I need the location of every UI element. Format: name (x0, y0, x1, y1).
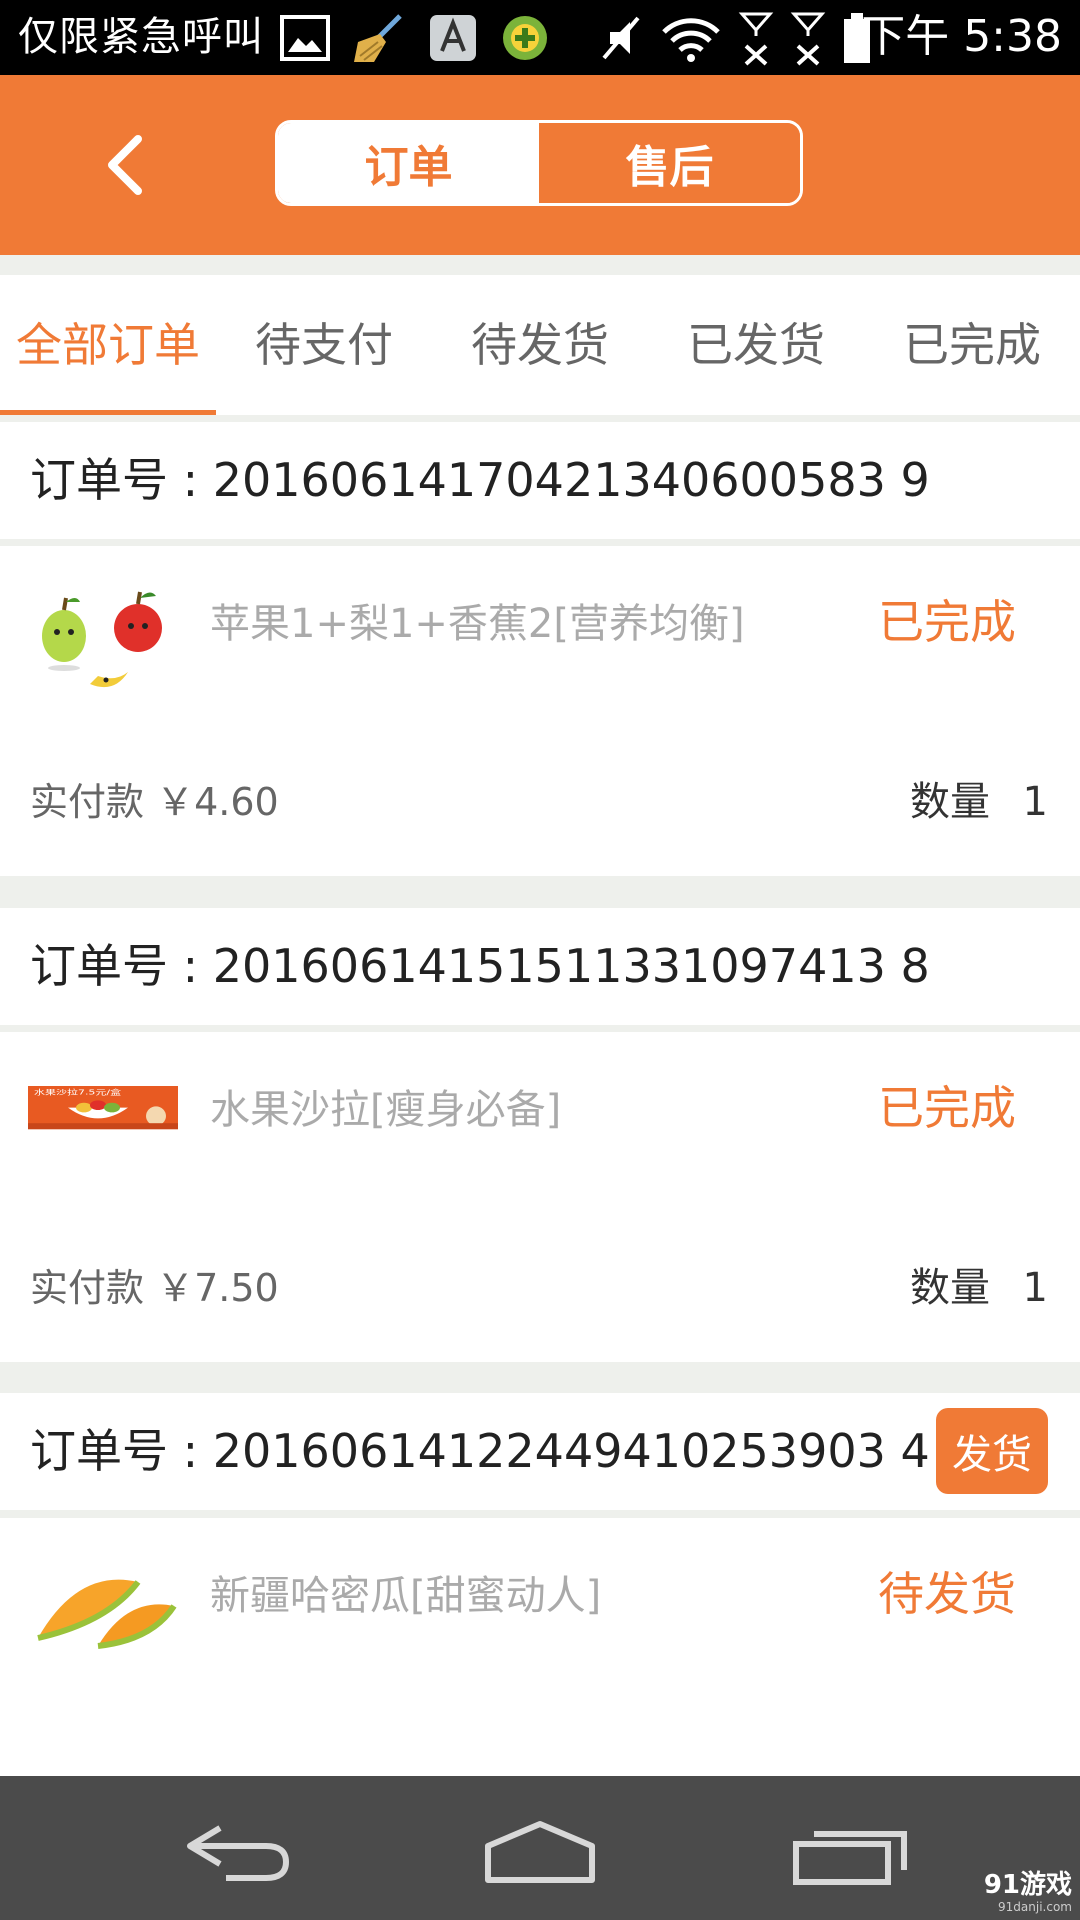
notification-icons (280, 12, 550, 64)
tab-pending-payment[interactable]: 待支付 (216, 275, 432, 415)
order-status: 已完成 (878, 595, 1016, 649)
system-icons (598, 10, 872, 66)
product-name: 水果沙拉[瘦身必备] (210, 1087, 562, 1133)
ship-button[interactable]: 发货 (936, 1408, 1048, 1494)
order-number: 订单号 : 20160614170421340600583 9 (30, 453, 930, 507)
broom-icon (354, 14, 402, 62)
keyboard-a-icon (430, 15, 476, 61)
wifi-icon (662, 18, 720, 62)
fruit-mix-icon (42, 591, 162, 688)
melon-icon (37, 1579, 177, 1649)
clock-text: 下午 5:38 (861, 11, 1062, 62)
paid-amount: 实付款 ￥4.60 (30, 780, 279, 824)
segment-aftersale[interactable]: 售后 (539, 123, 800, 203)
product-name: 新疆哈密瓜[甜蜜动人] (210, 1573, 602, 1619)
order-number: 订单号 : 20160614122449410253903 4 (30, 1424, 930, 1478)
fruit-salad-banner-icon: 水果沙拉7.5元/盒 (28, 1086, 178, 1130)
quantity-label: 数量 (910, 779, 990, 825)
status-bar: 仅限紧急呼叫 下午 5:38 (0, 0, 1080, 75)
watermark-main: 91游戏 (983, 1870, 1072, 1900)
system-nav-bar: 91游戏 91danji.com (0, 1776, 1080, 1920)
order-filter-tabs: 全部订单 待支付 待发货 已发货 已完成 (0, 275, 1080, 415)
signal-sim2-icon (790, 12, 826, 66)
order-number: 订单号 : 20160614151511331097413 8 (30, 939, 930, 993)
order-item[interactable]: 苹果1+梨1+香蕉2[营养均衡] 已完成 实付款 ￥4.60 数量 1 (0, 546, 1080, 876)
carrier-text: 仅限紧急呼叫 (18, 14, 264, 60)
tab-completed[interactable]: 已完成 (864, 275, 1080, 415)
image-icon (280, 15, 330, 61)
tab-all-orders[interactable]: 全部订单 (0, 275, 216, 415)
top-header: 订单 售后 (0, 75, 1080, 255)
back-nav-icon[interactable] (170, 1806, 310, 1890)
plus-shield-icon (503, 16, 547, 60)
order-status: 待发货 (878, 1567, 1016, 1621)
quantity-value: 1 (1022, 1265, 1048, 1311)
signal-sim1-icon (738, 12, 774, 66)
order-header: 订单号 : 20160614122449410253903 4 发货 (0, 1393, 1080, 1510)
watermark-logo: 91游戏 91danji.com (952, 1870, 1072, 1914)
watermark-sub: 91danji.com (998, 1900, 1072, 1914)
order-header: 订单号 : 20160614170421340600583 9 (0, 422, 1080, 539)
order-aftersale-switch: 订单 售后 (275, 120, 803, 206)
segment-orders[interactable]: 订单 (278, 123, 539, 203)
quantity-label: 数量 (910, 1265, 990, 1311)
recents-nav-icon[interactable] (780, 1806, 920, 1890)
paid-amount: 实付款 ￥7.50 (30, 1266, 279, 1310)
order-item[interactable]: 水果沙拉7.5元/盒 水果沙拉[瘦身必备] 已完成 实付款 ￥7.50 数量 1 (0, 1032, 1080, 1362)
order-header: 订单号 : 20160614151511331097413 8 (0, 908, 1080, 1025)
active-tab-indicator (0, 410, 216, 415)
home-nav-icon[interactable] (470, 1806, 610, 1890)
quantity-value: 1 (1022, 779, 1048, 825)
tab-pending-shipment[interactable]: 待发货 (432, 275, 648, 415)
product-name: 苹果1+梨1+香蕉2[营养均衡] (210, 601, 745, 647)
back-arrow-icon[interactable] (90, 125, 170, 205)
mute-icon (602, 16, 640, 60)
order-status: 已完成 (878, 1081, 1016, 1135)
banner-text: 水果沙拉7.5元/盒 (34, 1088, 121, 1097)
tab-shipped[interactable]: 已发货 (648, 275, 864, 415)
